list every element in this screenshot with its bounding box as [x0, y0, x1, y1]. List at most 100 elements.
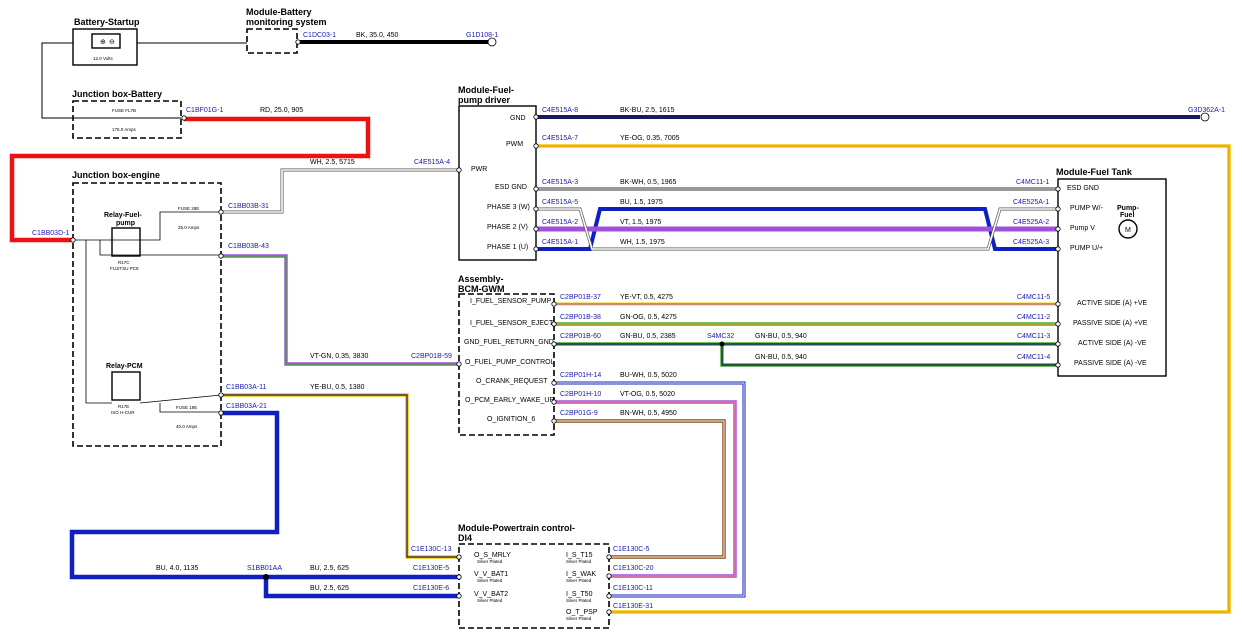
- junction-battery-box: [72, 100, 182, 139]
- module-battery-title-2: monitoring system: [246, 17, 327, 27]
- conn-c4mc11-5[interactable]: C4MC11-5: [1017, 294, 1050, 301]
- splice-s1bb01aa-icon: [263, 574, 269, 580]
- conn-c4e515a8[interactable]: C4E515A-8: [542, 107, 578, 114]
- wire-vtgn-3830: [221, 254, 459, 366]
- wire-jb-internal-3: [99, 240, 221, 256]
- conn-c1e130c13[interactable]: C1E130C-13: [411, 546, 452, 553]
- conn-c1e130c11[interactable]: C1E130C-11: [613, 585, 653, 592]
- pin-o-t-psp: O_T_PSP: [566, 609, 598, 616]
- pin-silver-3: Silver Plated: [477, 598, 503, 603]
- conn-c4mc11-1[interactable]: C4MC11-1: [1016, 179, 1049, 186]
- pin-i-s-wak: I_S_WAK: [566, 571, 596, 578]
- conn-c1bb03a11[interactable]: C1BB03A-11: [226, 384, 266, 391]
- relay-fuel-sub2: FUJITSU PC8: [110, 266, 139, 271]
- pin-silver-7: Silver Plated: [566, 616, 592, 621]
- pcm-title-2: DI4: [458, 533, 472, 543]
- conn-c2bp01b38[interactable]: C2BP01B-38: [560, 314, 601, 321]
- pin-pwm: PWM: [506, 141, 523, 148]
- label-wh-1975: WH, 1.5, 1975: [620, 239, 665, 246]
- pump-label-2: Fuel: [1120, 212, 1134, 219]
- bcm-title-2: BCM-GWM: [458, 284, 505, 294]
- label-bu-1135: BU, 4.0, 1135: [156, 565, 198, 572]
- conn-c1e130e31[interactable]: C1E130E-31: [613, 603, 653, 610]
- pin-o-crank: O_CRANK_REQUEST: [476, 378, 548, 385]
- pin-v-v-bat1: V_V_BAT1: [474, 571, 508, 578]
- wire-jb-internal-1: [73, 239, 112, 404]
- relay-pcm-box: [111, 371, 141, 401]
- conn-c2bp01h10[interactable]: C2BP01H-10: [560, 391, 601, 398]
- fuse-28e-amps: 25.0 Amps: [178, 225, 200, 230]
- label-yebu-1380: YE-BU, 0.5, 1380: [310, 384, 365, 391]
- conn-c1e130e5[interactable]: C1E130E-5: [413, 565, 449, 572]
- pin-pump-u: PUMP U/+: [1070, 245, 1103, 252]
- pin-i-fuel-eject: I_FUEL_SENSOR_EJECT: [470, 320, 554, 327]
- pin-o-pcm-wake: O_PCM_EARLY_WAKE_UP: [465, 397, 554, 404]
- wiring-diagram: Battery-Startup ⊕ ⊖ 12.0 Volts Module-Ba…: [9, 7, 1231, 629]
- conn-c4e525a1[interactable]: C4E525A-1: [1013, 199, 1049, 206]
- conn-c4mc11-2[interactable]: C4MC11-2: [1017, 314, 1050, 321]
- label-rd-25: RD, 25.0, 905: [260, 107, 303, 114]
- wire-bnwh-4950-stripe: [554, 420, 725, 558]
- pin-silver-2: Silver Plated: [477, 578, 503, 583]
- conn-c1e130c5[interactable]: C1E130C-5: [613, 546, 650, 553]
- conn-c1bb03b31[interactable]: C1BB03B-31: [228, 203, 269, 210]
- pin-gnd: GND: [510, 115, 526, 122]
- conn-c4mc11-3[interactable]: C4MC11-3: [1017, 333, 1050, 340]
- conn-s4mc32[interactable]: S4MC32: [707, 333, 734, 340]
- conn-c4e525a2[interactable]: C4E525A-2: [1013, 219, 1049, 226]
- conn-g3d362a[interactable]: G3D362A-1: [1188, 107, 1225, 114]
- splice-s4mc32-icon: [719, 341, 725, 347]
- conn-c1e130c20[interactable]: C1E130C-20: [613, 565, 654, 572]
- relay-pcm-sub1: R17E: [118, 404, 129, 409]
- wire-battery-link: [41, 42, 73, 119]
- junction-battery-title: Junction box-Battery: [72, 89, 162, 99]
- pin-pwr: PWR: [471, 166, 487, 173]
- conn-c4mc11-4[interactable]: C4MC11-4: [1017, 354, 1050, 361]
- label-vtog-5020: VT-OG, 0.5, 5020: [620, 391, 675, 398]
- pin-i-s-t15: I_S_T15: [566, 552, 593, 559]
- fuse-28e-label: FUSE 28E: [178, 206, 199, 211]
- conn-c4e515a7[interactable]: C4E515A-7: [542, 135, 578, 142]
- label-bkbu-1615: BK-BU, 2.5, 1615: [620, 107, 675, 114]
- conn-s1bb01aa[interactable]: S1BB01AA: [247, 565, 282, 572]
- conn-c2bp01b59[interactable]: C2BP01B-59: [411, 353, 452, 360]
- conn-c4e515a1[interactable]: C4E515A-1: [542, 239, 578, 246]
- conn-c2bp01h14[interactable]: C2BP01H-14: [560, 372, 601, 379]
- fuse-19e-amps: 40.0 Amps: [176, 424, 198, 429]
- conn-g1d108[interactable]: G1D108-1: [466, 32, 498, 39]
- wire-vtgn-3830-stripe: [221, 255, 459, 365]
- conn-c4e515a4[interactable]: C4E515A-4: [414, 159, 450, 166]
- fuel-tank-title: Module-Fuel Tank: [1056, 167, 1133, 177]
- conn-c4e525a3[interactable]: C4E525A-3: [1013, 239, 1049, 246]
- pin-phase2: PHASE 2 (V): [487, 224, 528, 231]
- pin-active-ve-neg: ACTIVE SIDE (A) -VE: [1078, 340, 1147, 347]
- conn-c2bp01b37[interactable]: C2BP01B-37: [560, 294, 601, 301]
- conn-c1e130e6[interactable]: C1E130E-6: [413, 585, 449, 592]
- conn-c1dc03[interactable]: C1DC03-1: [303, 32, 336, 39]
- relay-pcm-title: Relay-PCM: [106, 363, 143, 370]
- conn-c1bb03a21[interactable]: C1BB03A-21: [226, 403, 267, 410]
- conn-c4e515a5[interactable]: C4E515A-5: [542, 199, 578, 206]
- conn-c2bp01b60[interactable]: C2BP01B-60: [560, 333, 601, 340]
- battery-startup-title: Battery-Startup: [74, 17, 140, 27]
- pin-passive-ve-neg: PASSIVE SIDE (A) -VE: [1074, 360, 1147, 367]
- conn-c2bp01g9[interactable]: C2BP01G-9: [560, 410, 598, 417]
- pin-pump-w: PUMP W/-: [1070, 205, 1104, 212]
- fuse-fl7b-amps: 175.0 Amps: [112, 127, 137, 132]
- conn-c1bb03d[interactable]: C1BB03D-1: [32, 230, 69, 237]
- conn-c1bb03b43[interactable]: C1BB03B-43: [228, 243, 269, 250]
- conn-c1bf01g[interactable]: C1BF01G-1: [186, 107, 223, 114]
- pin-i-s-t50: I_S_T50: [566, 591, 593, 598]
- conn-c4e515a3[interactable]: C4E515A-3: [542, 179, 578, 186]
- module-battery-title-1: Module-Battery: [246, 7, 312, 17]
- label-gnbu-2385: GN-BU, 0.5, 2385: [620, 333, 676, 340]
- pin-v-v-bat2: V_V_BAT2: [474, 591, 508, 598]
- pin-i-fuel-pump: I_FUEL_SENSOR_PUMP: [470, 298, 552, 305]
- ground-g1d108-icon: [487, 37, 497, 47]
- conn-c4e515a2[interactable]: C4E515A-2: [542, 219, 578, 226]
- wire-bnwh-4950: [554, 419, 726, 559]
- label-bkwh-1965: BK-WH, 0.5, 1965: [620, 179, 677, 186]
- bcm-title-1: Assembly-: [458, 274, 504, 284]
- pcm-title-1: Module-Powertrain control-: [458, 523, 575, 533]
- pin-phase3: PHASE 3 (W): [487, 204, 530, 211]
